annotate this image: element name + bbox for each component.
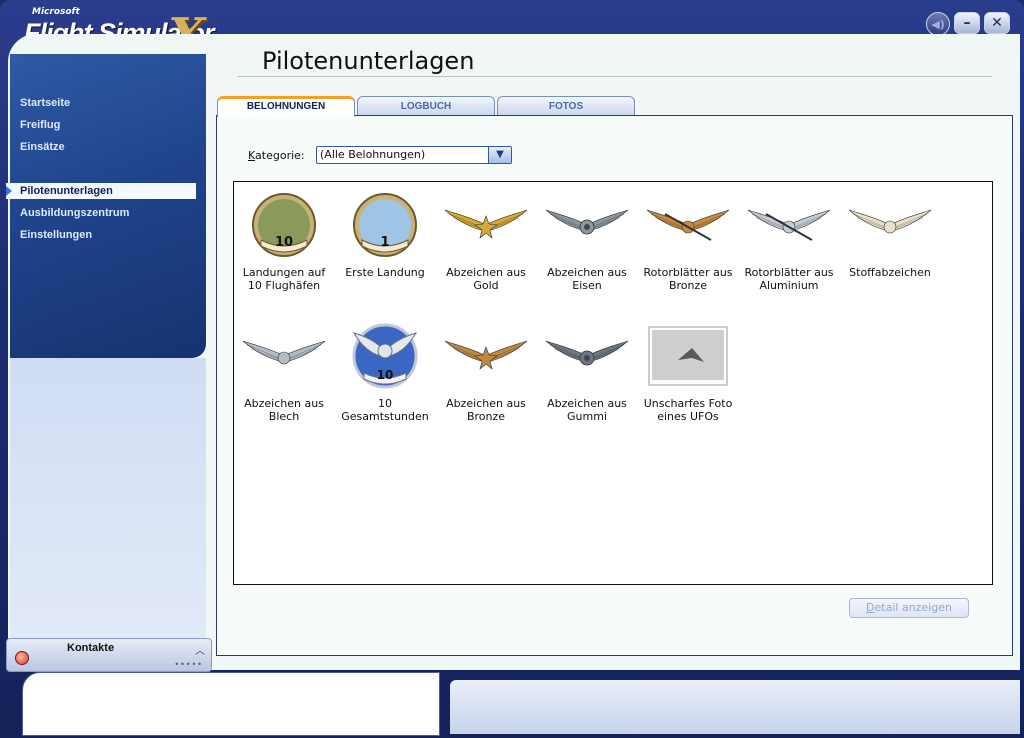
award-label-line2: 10 Flughäfen: [247, 279, 321, 292]
bronze-rotor-wings-icon: [643, 190, 733, 260]
sidebar-lower-panel: [10, 358, 206, 638]
award-label-line1: 10: [378, 397, 392, 410]
award-item[interactable]: 1 Erste Landung: [335, 190, 435, 279]
award-label-line2: Bronze: [466, 410, 506, 423]
award-label-line2: Gummi: [567, 410, 607, 423]
award-label-line1: Rotorblätter aus: [643, 266, 733, 279]
sidebar-item-freiflug[interactable]: Freiflug: [20, 119, 60, 131]
award-label-line1: Landungen auf: [242, 266, 326, 279]
tab-fotos[interactable]: FOTOS: [497, 96, 635, 116]
award-list[interactable]: 10 Landungen auf 10 Flughäfen 1 Erste Lan…: [233, 181, 993, 585]
bronze-wings-icon: [441, 321, 531, 391]
ufo-photo-icon: [643, 321, 733, 391]
chevron-up-icon[interactable]: ︿: [195, 642, 205, 657]
category-select[interactable]: (Alle Belohnungen) ▼: [316, 146, 512, 164]
category-label: Kategorie:: [248, 149, 305, 162]
tab-logbuch[interactable]: LOGBUCH: [357, 96, 495, 116]
sidebar-item-einsaetze[interactable]: Einsätze: [20, 141, 65, 153]
close-button[interactable]: ✕: [984, 12, 1010, 34]
award-label-line1: Abzeichen aus: [244, 397, 324, 410]
award-label: Rotorblätter aus Bronze: [638, 266, 738, 292]
status-bar: [450, 680, 1020, 734]
aluminium-rotor-wings-icon: [744, 190, 834, 260]
category-select-value: (Alle Belohnungen): [320, 148, 426, 161]
message-box[interactable]: [22, 672, 440, 736]
sound-icon[interactable]: ◀): [926, 12, 950, 36]
page-title: Pilotenunterlagen: [262, 47, 475, 75]
minimize-button[interactable]: –: [954, 12, 980, 34]
window-controls: ◀) – ✕: [926, 12, 1010, 36]
award-item[interactable]: Rotorblätter aus Aluminium: [739, 190, 839, 292]
svg-text:10: 10: [275, 235, 293, 250]
award-label-line1: Rotorblätter aus: [744, 266, 834, 279]
award-item[interactable]: 10 10 Gesamtstunden: [335, 321, 435, 423]
award-label: Abzeichen aus Blech: [234, 397, 334, 423]
award-label-line1: Abzeichen aus: [446, 397, 526, 410]
award-label: 10 Gesamtstunden: [335, 397, 435, 423]
award-label-line2: Bronze: [668, 279, 708, 292]
award-label-line1: Stoffabzeichen: [849, 266, 931, 279]
airliner-badge-1-icon: 1: [340, 190, 430, 260]
award-label: Abzeichen aus Gold: [436, 266, 536, 292]
award-label-line2: Blech: [268, 410, 300, 423]
award-label: Unscharfes Foto eines UFOs: [638, 397, 738, 423]
award-label-line2: Gesamtstunden: [341, 410, 429, 423]
award-label-line1: Abzeichen aus: [547, 397, 627, 410]
award-item[interactable]: Rotorblätter aus Bronze: [638, 190, 738, 292]
award-label: Stoffabzeichen: [840, 266, 940, 279]
contacts-bar[interactable]: Kontakte ︿ •••••: [6, 638, 212, 672]
status-icon[interactable]: [15, 651, 29, 665]
award-item[interactable]: Abzeichen aus Bronze: [436, 321, 536, 423]
award-label: Abzeichen aus Bronze: [436, 397, 536, 423]
wings-badge-10-icon: 10: [340, 321, 430, 391]
chevron-down-icon[interactable]: ▼: [488, 147, 511, 163]
svg-text:10: 10: [377, 368, 394, 382]
rubber-wings-icon: [542, 321, 632, 391]
award-label: Landungen auf 10 Flughäfen: [234, 266, 334, 292]
iron-wings-icon: [542, 190, 632, 260]
sidebar-item-ausbildungszentrum[interactable]: Ausbildungszentrum: [20, 207, 129, 219]
globe-badge-10-icon: 10: [239, 190, 329, 260]
award-label-line1: Abzeichen aus: [547, 266, 627, 279]
detail-button[interactable]: Detail anzeigen: [849, 598, 969, 618]
award-label: Erste Landung: [335, 266, 435, 279]
award-label: Abzeichen aus Eisen: [537, 266, 637, 292]
sidebar-item-startseite[interactable]: Startseite: [20, 97, 70, 109]
award-item[interactable]: Abzeichen aus Eisen: [537, 190, 637, 292]
sidebar-item-pilotenunterlagen[interactable]: Pilotenunterlagen: [6, 183, 196, 199]
award-label-line2: Aluminium: [759, 279, 819, 292]
award-item[interactable]: Abzeichen aus Blech: [234, 321, 334, 423]
award-item[interactable]: Abzeichen aus Gummi: [537, 321, 637, 423]
award-label-line1: Abzeichen aus: [446, 266, 526, 279]
logo-microsoft-text: Microsoft: [32, 7, 80, 17]
tin-wings-icon: [239, 321, 329, 391]
grip-icon: •••••: [174, 660, 203, 669]
award-item[interactable]: Unscharfes Foto eines UFOs: [638, 321, 738, 423]
svg-text:1: 1: [380, 235, 389, 250]
award-label-line2: eines UFOs: [657, 410, 719, 423]
award-label-line2: Gold: [473, 279, 499, 292]
contacts-label: Kontakte: [67, 642, 115, 654]
tab-belohnungen[interactable]: BELOHNUNGEN: [217, 96, 355, 117]
sidebar-item-einstellungen[interactable]: Einstellungen: [20, 229, 92, 241]
gold-wings-icon: [441, 190, 531, 260]
award-label-line2: Eisen: [572, 279, 602, 292]
award-item[interactable]: 10 Landungen auf 10 Flughäfen: [234, 190, 334, 292]
award-label-line1: Erste Landung: [345, 266, 425, 279]
award-item[interactable]: Abzeichen aus Gold: [436, 190, 536, 292]
title-divider: [238, 76, 992, 77]
cloth-wings-icon: [845, 190, 935, 260]
award-item[interactable]: Stoffabzeichen: [840, 190, 940, 279]
award-label: Abzeichen aus Gummi: [537, 397, 637, 423]
award-label: Rotorblätter aus Aluminium: [739, 266, 839, 292]
award-label-line1: Unscharfes Foto: [643, 397, 733, 410]
